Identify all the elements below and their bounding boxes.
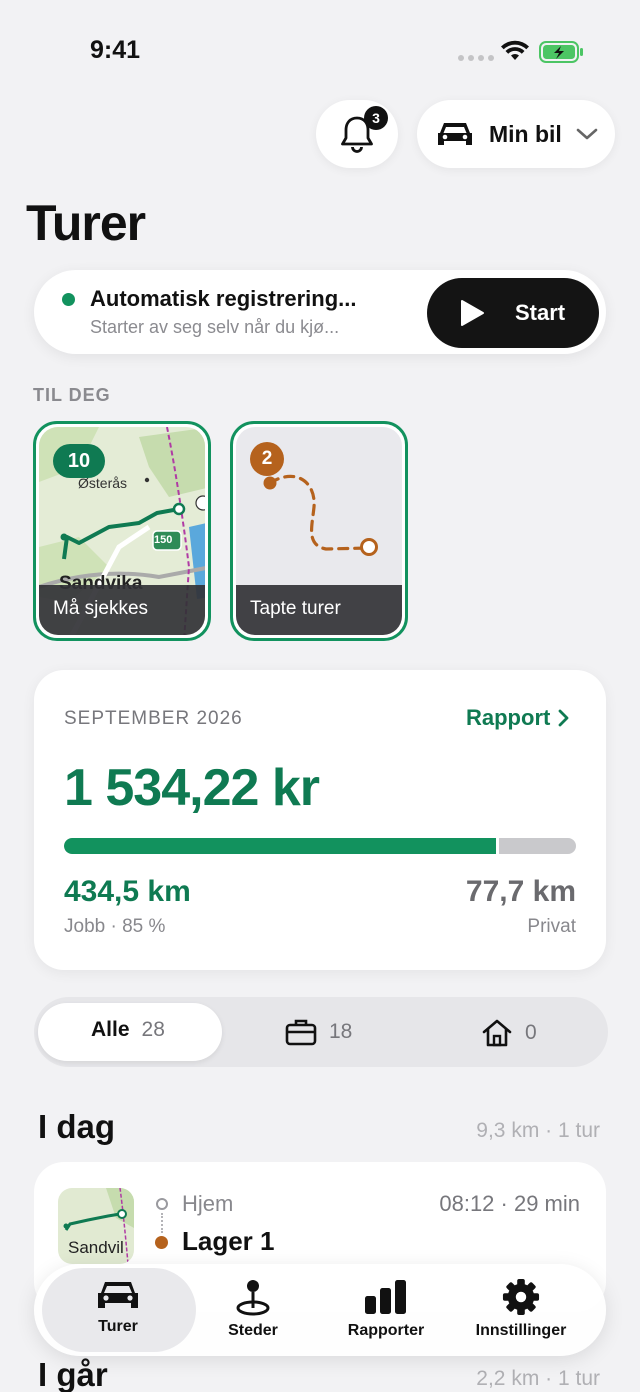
start-button[interactable]: Start	[427, 278, 599, 348]
wifi-icon	[501, 40, 529, 60]
trip-destination: Lager 1	[182, 1226, 275, 1256]
missed-trips-caption: Tapte turer	[236, 585, 402, 635]
day-summary-today: 9,3 km · 1 tur	[476, 1119, 600, 1142]
missed-trips-count-badge: 2	[250, 442, 284, 476]
summary-amount: 1 534,22 kr	[64, 759, 320, 817]
section-label-for-you: TIL DEG	[33, 385, 111, 405]
trip-time: 08:12 · 29 min	[439, 1191, 580, 1216]
road-number-label: 150	[154, 534, 173, 546]
tab-steder[interactable]: Steder	[188, 1278, 318, 1340]
trip-map-thumbnail: Sandvil	[58, 1188, 134, 1264]
private-label: Privat	[527, 916, 576, 937]
trip-start-dot	[156, 1198, 168, 1210]
private-distance: 77,7 km	[465, 875, 576, 908]
map-pin-icon	[236, 1280, 270, 1316]
needs-review-tile[interactable]: 150 Østerås Sandvika 10 Må sjekkes	[33, 421, 211, 641]
job-distance: 434,5 km	[64, 875, 191, 908]
tab-label: Steder	[228, 1322, 278, 1339]
filter-private-count: 0	[525, 1021, 537, 1044]
day-header-yesterday: I går	[38, 1356, 108, 1392]
needs-review-count-badge: 10	[53, 444, 105, 478]
chevron-right-icon	[558, 709, 569, 727]
trip-thumb-place-label: Sandvil	[68, 1238, 124, 1257]
filter-all-count: 28	[141, 1018, 165, 1041]
start-button-label: Start	[515, 300, 566, 325]
needs-review-caption: Må sjekkes	[39, 585, 205, 635]
tab-rapporter[interactable]: Rapporter	[321, 1278, 451, 1340]
filter-work-count: 18	[329, 1020, 353, 1043]
car-selector-label: Min bil	[489, 120, 562, 147]
filter-all[interactable]: Alle 28	[91, 1018, 165, 1042]
filter-private[interactable]: 0	[481, 1018, 537, 1048]
trip-origin: Hjem	[182, 1191, 234, 1216]
notification-count-badge: 3	[364, 106, 388, 130]
summary-month: SEPTEMBER 2026	[64, 708, 243, 729]
trip-route-connector	[161, 1213, 163, 1233]
play-icon	[461, 300, 484, 326]
day-summary-yesterday: 2,2 km · 1 tur	[476, 1367, 600, 1390]
filter-work[interactable]: 18	[285, 1018, 352, 1046]
report-link[interactable]: Rapport	[466, 705, 570, 731]
job-label: Jobb · 85 %	[64, 916, 166, 937]
missed-trips-tile[interactable]: 2 Tapte turer	[230, 421, 408, 641]
trip-end-dot	[155, 1236, 168, 1249]
tab-innstillinger[interactable]: Innstillinger	[456, 1278, 586, 1340]
status-indicator-dot	[62, 293, 75, 306]
chevron-down-icon	[576, 128, 598, 140]
home-icon	[482, 1019, 512, 1047]
tab-label: Turer	[98, 1318, 138, 1335]
car-selector-button[interactable]: Min bil	[417, 100, 615, 168]
battery-charging-icon	[539, 41, 583, 63]
auto-registration-title: Automatisk registrering...	[90, 286, 357, 311]
filter-all-label: Alle	[91, 1018, 130, 1041]
job-ratio-fill	[64, 838, 500, 854]
car-icon	[98, 1282, 138, 1308]
page-title: Turer	[26, 195, 146, 251]
briefcase-icon	[285, 1019, 317, 1046]
tab-label: Innstillinger	[475, 1322, 567, 1339]
cellular-signal-icon	[458, 55, 494, 61]
bar-chart-icon	[365, 1280, 406, 1314]
car-icon	[438, 123, 472, 145]
status-time: 9:41	[90, 36, 141, 64]
job-private-ratio-bar	[64, 838, 576, 854]
day-header-today: I dag	[38, 1108, 116, 1145]
auto-registration-subtitle: Starter av seg selv når du kjø...	[90, 317, 340, 337]
tab-turer[interactable]: Turer	[53, 1278, 183, 1336]
report-link-label: Rapport	[466, 705, 551, 730]
gear-icon	[502, 1278, 540, 1316]
tab-label: Rapporter	[347, 1322, 425, 1339]
